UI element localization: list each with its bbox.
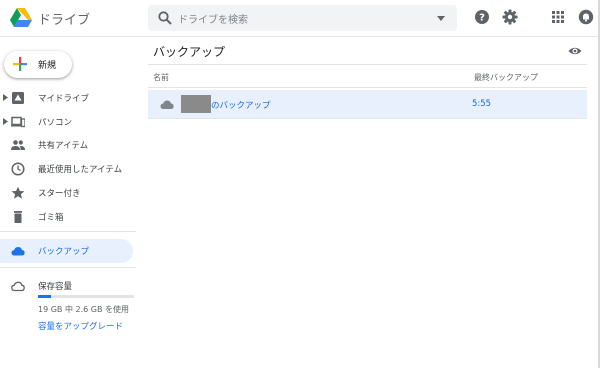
upgrade-storage-link[interactable]: 容量をアップグレード xyxy=(38,320,123,332)
computer-icon xyxy=(11,116,25,128)
column-header-last-backup[interactable]: 最終バックアップ xyxy=(474,72,538,83)
sidebar-item-label: スター付き xyxy=(38,189,81,199)
svg-text:?: ? xyxy=(479,13,485,24)
help-icon[interactable]: ? xyxy=(474,9,490,25)
sidebar-divider xyxy=(0,231,136,232)
trash-icon xyxy=(14,211,22,223)
settings-gear-icon[interactable] xyxy=(502,9,518,25)
plus-icon xyxy=(13,57,27,71)
top-bar: ドライブ ドライブを検索 ? xyxy=(0,0,600,36)
column-header-divider xyxy=(148,87,587,88)
app-title[interactable]: ドライブ xyxy=(38,9,90,28)
sidebar-item-label: パソコン xyxy=(38,118,73,128)
sidebar-divider xyxy=(0,267,136,268)
sidebar-item-computers[interactable]: パソコン xyxy=(0,111,140,133)
search-input[interactable]: ドライブを検索 xyxy=(178,11,248,26)
sidebar-item-recent[interactable]: 最近使用したアイテム xyxy=(0,158,140,180)
star-icon xyxy=(11,186,25,199)
storage-usage-bar xyxy=(38,295,134,298)
page-title: バックアップ xyxy=(153,45,226,59)
sidebar-item-my-drive[interactable]: マイドライブ xyxy=(0,87,140,109)
search-icon[interactable] xyxy=(157,10,173,26)
header-divider xyxy=(0,36,598,37)
drive-logo-icon[interactable] xyxy=(10,7,32,27)
sidebar-item-label: 共有アイテム xyxy=(38,141,89,151)
view-details-eye-icon[interactable] xyxy=(568,44,582,58)
sidebar-item-label: ゴミ箱 xyxy=(38,213,64,223)
storage-cloud-icon xyxy=(11,281,25,292)
clock-icon xyxy=(11,162,25,176)
sidebar-item-label: 最近使用したアイテム xyxy=(38,165,123,175)
notifications-bell-icon[interactable] xyxy=(578,9,594,25)
expand-caret-icon[interactable] xyxy=(3,94,8,101)
sidebar-item-shared[interactable]: 共有アイテム xyxy=(0,134,140,156)
sidebar-item-label: マイドライブ xyxy=(38,94,90,104)
search-box[interactable]: ドライブを検索 xyxy=(148,5,457,31)
sidebar-item-trash[interactable]: ゴミ箱 xyxy=(0,206,140,228)
row-divider xyxy=(148,118,587,119)
redacted-name-block xyxy=(181,95,211,113)
sidebar-item-starred[interactable]: スター付き xyxy=(0,182,140,204)
sidebar-item-label: バックアップ xyxy=(38,247,90,257)
new-button-label: 新規 xyxy=(38,61,57,71)
cloud-icon xyxy=(11,247,25,256)
drive-folder-icon xyxy=(12,92,24,104)
backup-name: のバックアップ xyxy=(211,101,271,111)
storage-title: 保存容量 xyxy=(38,282,73,292)
cloud-icon xyxy=(160,100,174,109)
people-icon xyxy=(11,140,25,150)
last-backup-time: 5:55 xyxy=(472,99,492,109)
expand-caret-icon[interactable] xyxy=(3,118,8,125)
apps-grid-icon[interactable] xyxy=(550,9,566,25)
search-options-dropdown-icon[interactable] xyxy=(436,14,446,22)
storage-usage-fill xyxy=(38,295,52,298)
sidebar-item-backups[interactable]: バックアップ xyxy=(0,239,133,263)
storage-usage-text: 19 GB 中 2.6 GB を使用 xyxy=(38,305,129,314)
column-header-name[interactable]: 名前 xyxy=(153,72,169,83)
new-button[interactable]: 新規 xyxy=(4,51,72,78)
table-row[interactable]: のバックアップ 5:55 xyxy=(148,90,587,118)
title-divider xyxy=(148,64,587,65)
